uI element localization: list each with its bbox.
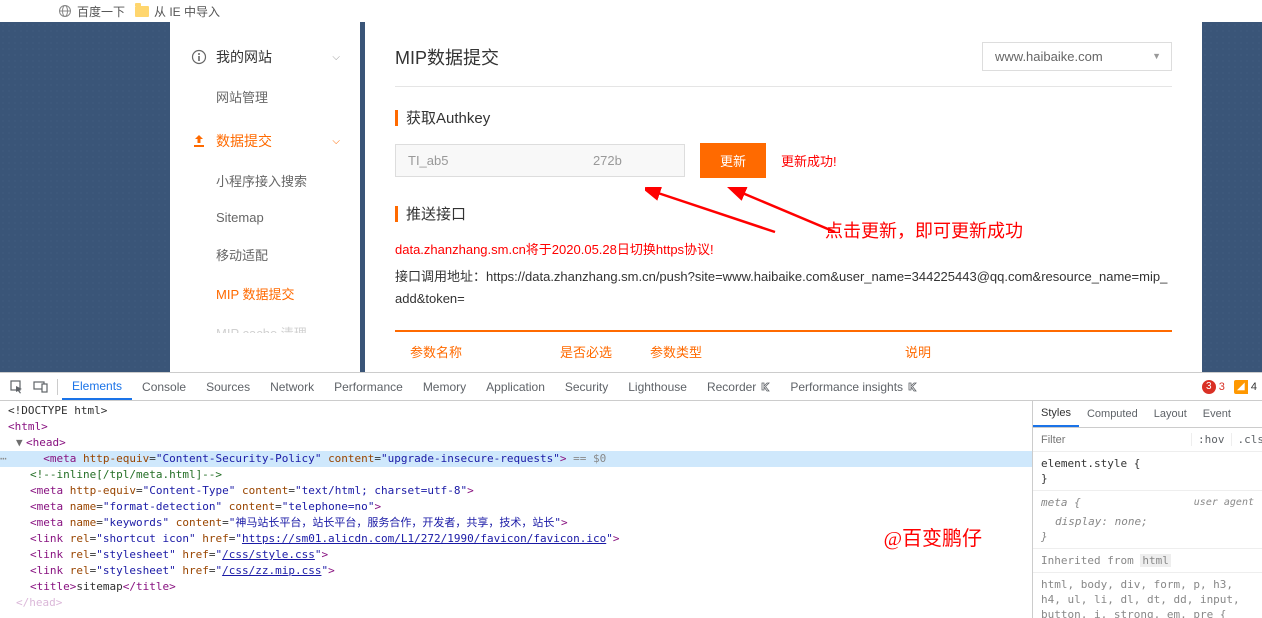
hov-button[interactable]: :hov [1191, 433, 1231, 446]
section-push-title: 推送接口 [395, 203, 1172, 224]
selected-element[interactable]: ⋯ <meta http-equiv="Content-Security-Pol… [0, 451, 1032, 467]
warning-text: data.zhanzhang.sm.cn将于2020.05.28日切换https… [395, 239, 1172, 258]
th-required: 是否必选 [560, 342, 650, 361]
page-body: 我的网站 ⌵ 网站管理 数据提交 ⌵ 小程序接入搜索 Sitemap 移动适配 … [0, 22, 1262, 372]
divider [57, 379, 58, 395]
styles-panel: Styles Computed Layout Event :hov .cls e… [1032, 401, 1262, 618]
styles-filter-input[interactable] [1033, 434, 1191, 446]
th-type: 参数类型 [650, 342, 905, 361]
authkey-input[interactable] [395, 144, 685, 177]
styles-tab-styles[interactable]: Styles [1033, 401, 1079, 427]
warn-badge[interactable]: ◢ [1234, 380, 1248, 394]
elements-panel[interactable]: <!DOCTYPE html> <html> ▼<head> ⋯ <meta h… [0, 401, 1032, 618]
devtools-tabs: Elements Console Sources Network Perform… [0, 373, 1262, 401]
section-label: 推送接口 [406, 203, 466, 224]
left-margin [0, 22, 170, 372]
accent-bar [395, 110, 398, 126]
bookmark-baidu[interactable]: 百度一下 [58, 3, 125, 20]
bookmark-label: 从 IE 中导入 [154, 3, 220, 20]
upload-icon [190, 133, 208, 149]
inspect-icon[interactable] [5, 375, 29, 399]
code-doctype: <!DOCTYPE html> [8, 404, 107, 417]
annotation-text: 点击更新，即可更新成功 [825, 217, 1023, 243]
device-icon[interactable] [29, 375, 53, 399]
main-content: MIP数据提交 www.haibaike.com 获取Authkey 更新 更新… [365, 22, 1202, 372]
table-header-row: 参数名称 是否必选 参数类型 说明 [395, 332, 1172, 371]
sidebar-item-miniapp[interactable]: 小程序接入搜索 [170, 161, 360, 200]
styles-content[interactable]: element.style { } user agent meta { disp… [1033, 452, 1262, 618]
tab-security[interactable]: Security [555, 373, 618, 400]
bookmark-ie-import[interactable]: 从 IE 中导入 [135, 3, 220, 20]
section-authkey-title: 获取Authkey [395, 107, 1172, 128]
tab-application[interactable]: Application [476, 373, 555, 400]
sidebar-item-mip-submit[interactable]: MIP 数据提交 [170, 274, 360, 313]
code-comment: <!--inline[/tpl/meta.html]--> [30, 468, 222, 481]
watermark: @百变鹏仔 [884, 531, 982, 547]
tab-lighthouse[interactable]: Lighthouse [618, 373, 697, 400]
tab-elements[interactable]: Elements [62, 373, 132, 400]
tab-memory[interactable]: Memory [413, 373, 476, 400]
sidebar-section-data-submit[interactable]: 数据提交 ⌵ [170, 121, 360, 161]
tab-network[interactable]: Network [260, 373, 324, 400]
error-count-badge[interactable]: 3 [1202, 380, 1216, 394]
sidebar-section-label: 我的网站 [216, 47, 272, 67]
bookmarks-bar: 百度一下 从 IE 中导入 [0, 0, 1262, 22]
folder-icon [135, 6, 149, 17]
update-button[interactable]: 更新 [700, 143, 766, 178]
globe-icon [58, 4, 72, 18]
tab-console[interactable]: Console [132, 373, 196, 400]
tab-sources[interactable]: Sources [196, 373, 260, 400]
styles-tab-event[interactable]: Event [1195, 401, 1239, 427]
sidebar-item-mip-cache[interactable]: MIP cache 清理 [170, 313, 360, 333]
sidebar-section-mysite[interactable]: 我的网站 ⌵ [170, 37, 360, 77]
sidebar-item-site-manage[interactable]: 网站管理 [170, 77, 360, 116]
success-message: 更新成功! [781, 151, 837, 170]
param-table: 参数名称 是否必选 参数类型 说明 [395, 330, 1172, 371]
api-url-text: 接口调用地址：https://data.zhanzhang.sm.cn/push… [395, 266, 1172, 310]
tab-perf-insights[interactable]: Performance insights [780, 373, 927, 400]
error-count: 3 [1219, 381, 1225, 393]
tab-performance[interactable]: Performance [324, 373, 413, 400]
styles-tab-computed[interactable]: Computed [1079, 401, 1146, 427]
chevron-down-icon: ⌵ [332, 136, 340, 147]
sidebar-item-mobile[interactable]: 移动适配 [170, 235, 360, 274]
site-select[interactable]: www.haibaike.com [982, 42, 1172, 71]
tab-recorder[interactable]: Recorder [697, 373, 780, 400]
th-desc: 说明 [905, 342, 1157, 361]
devtools: Elements Console Sources Network Perform… [0, 372, 1262, 618]
bookmark-label: 百度一下 [77, 3, 125, 20]
right-margin [1202, 22, 1262, 372]
sidebar: 我的网站 ⌵ 网站管理 数据提交 ⌵ 小程序接入搜索 Sitemap 移动适配 … [170, 22, 360, 372]
sidebar-section-label: 数据提交 [216, 131, 272, 151]
warn-count: 4 [1251, 381, 1257, 393]
accent-bar [395, 206, 398, 222]
cls-button[interactable]: .cls [1231, 433, 1262, 446]
th-name: 参数名称 [410, 342, 560, 361]
sidebar-item-sitemap[interactable]: Sitemap [170, 200, 360, 235]
styles-tab-layout[interactable]: Layout [1146, 401, 1195, 427]
info-icon [190, 49, 208, 65]
page-title: MIP数据提交 [395, 44, 499, 70]
section-label: 获取Authkey [406, 107, 490, 128]
chevron-down-icon: ⌵ [332, 52, 340, 63]
